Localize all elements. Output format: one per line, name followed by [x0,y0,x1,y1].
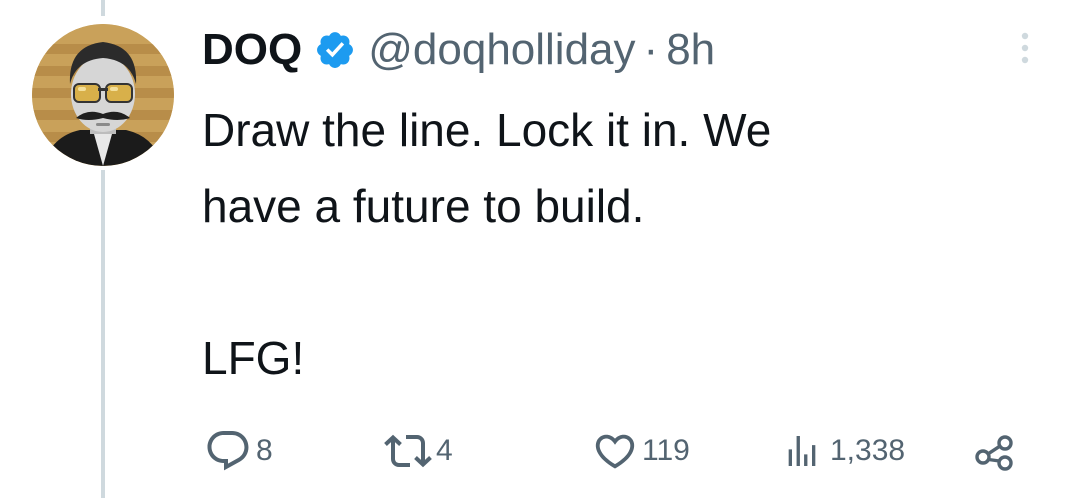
user-handle[interactable]: @doqholliday [368,25,635,75]
display-name[interactable]: DOQ [202,25,302,75]
retweet-button[interactable]: 4 [384,424,453,478]
retweet-count: 4 [436,434,453,467]
separator-dot: · [643,25,659,74]
like-button[interactable]: 119 [592,424,690,478]
tweet-card[interactable]: DOQ @doqholliday · 8h Draw the line. Loc… [0,0,1080,498]
reply-icon [204,427,252,475]
retweet-icon [384,427,432,475]
heart-icon [592,428,638,474]
views-count: 1,338 [830,434,906,467]
reply-count: 8 [256,434,273,467]
avatar[interactable] [32,24,174,166]
tweet-header: DOQ @doqholliday · 8h [202,20,715,80]
share-icon [972,429,1016,473]
views-button[interactable]: 1,338 [782,424,905,478]
views-icon [782,431,822,471]
avatar-image [32,24,174,166]
reply-button[interactable]: 8 [204,424,273,478]
action-bar: 8 4 119 1,338 [200,424,1020,478]
share-button[interactable] [972,424,1016,478]
thread-line [101,170,105,498]
more-vertical-icon[interactable] [1012,28,1038,68]
thread-line-top [101,0,105,16]
timestamp[interactable]: 8h [666,25,715,75]
tweet-text: Draw the line. Lock it in. We have a fut… [202,104,772,384]
like-count: 119 [642,434,690,467]
verified-badge-icon [314,29,356,71]
